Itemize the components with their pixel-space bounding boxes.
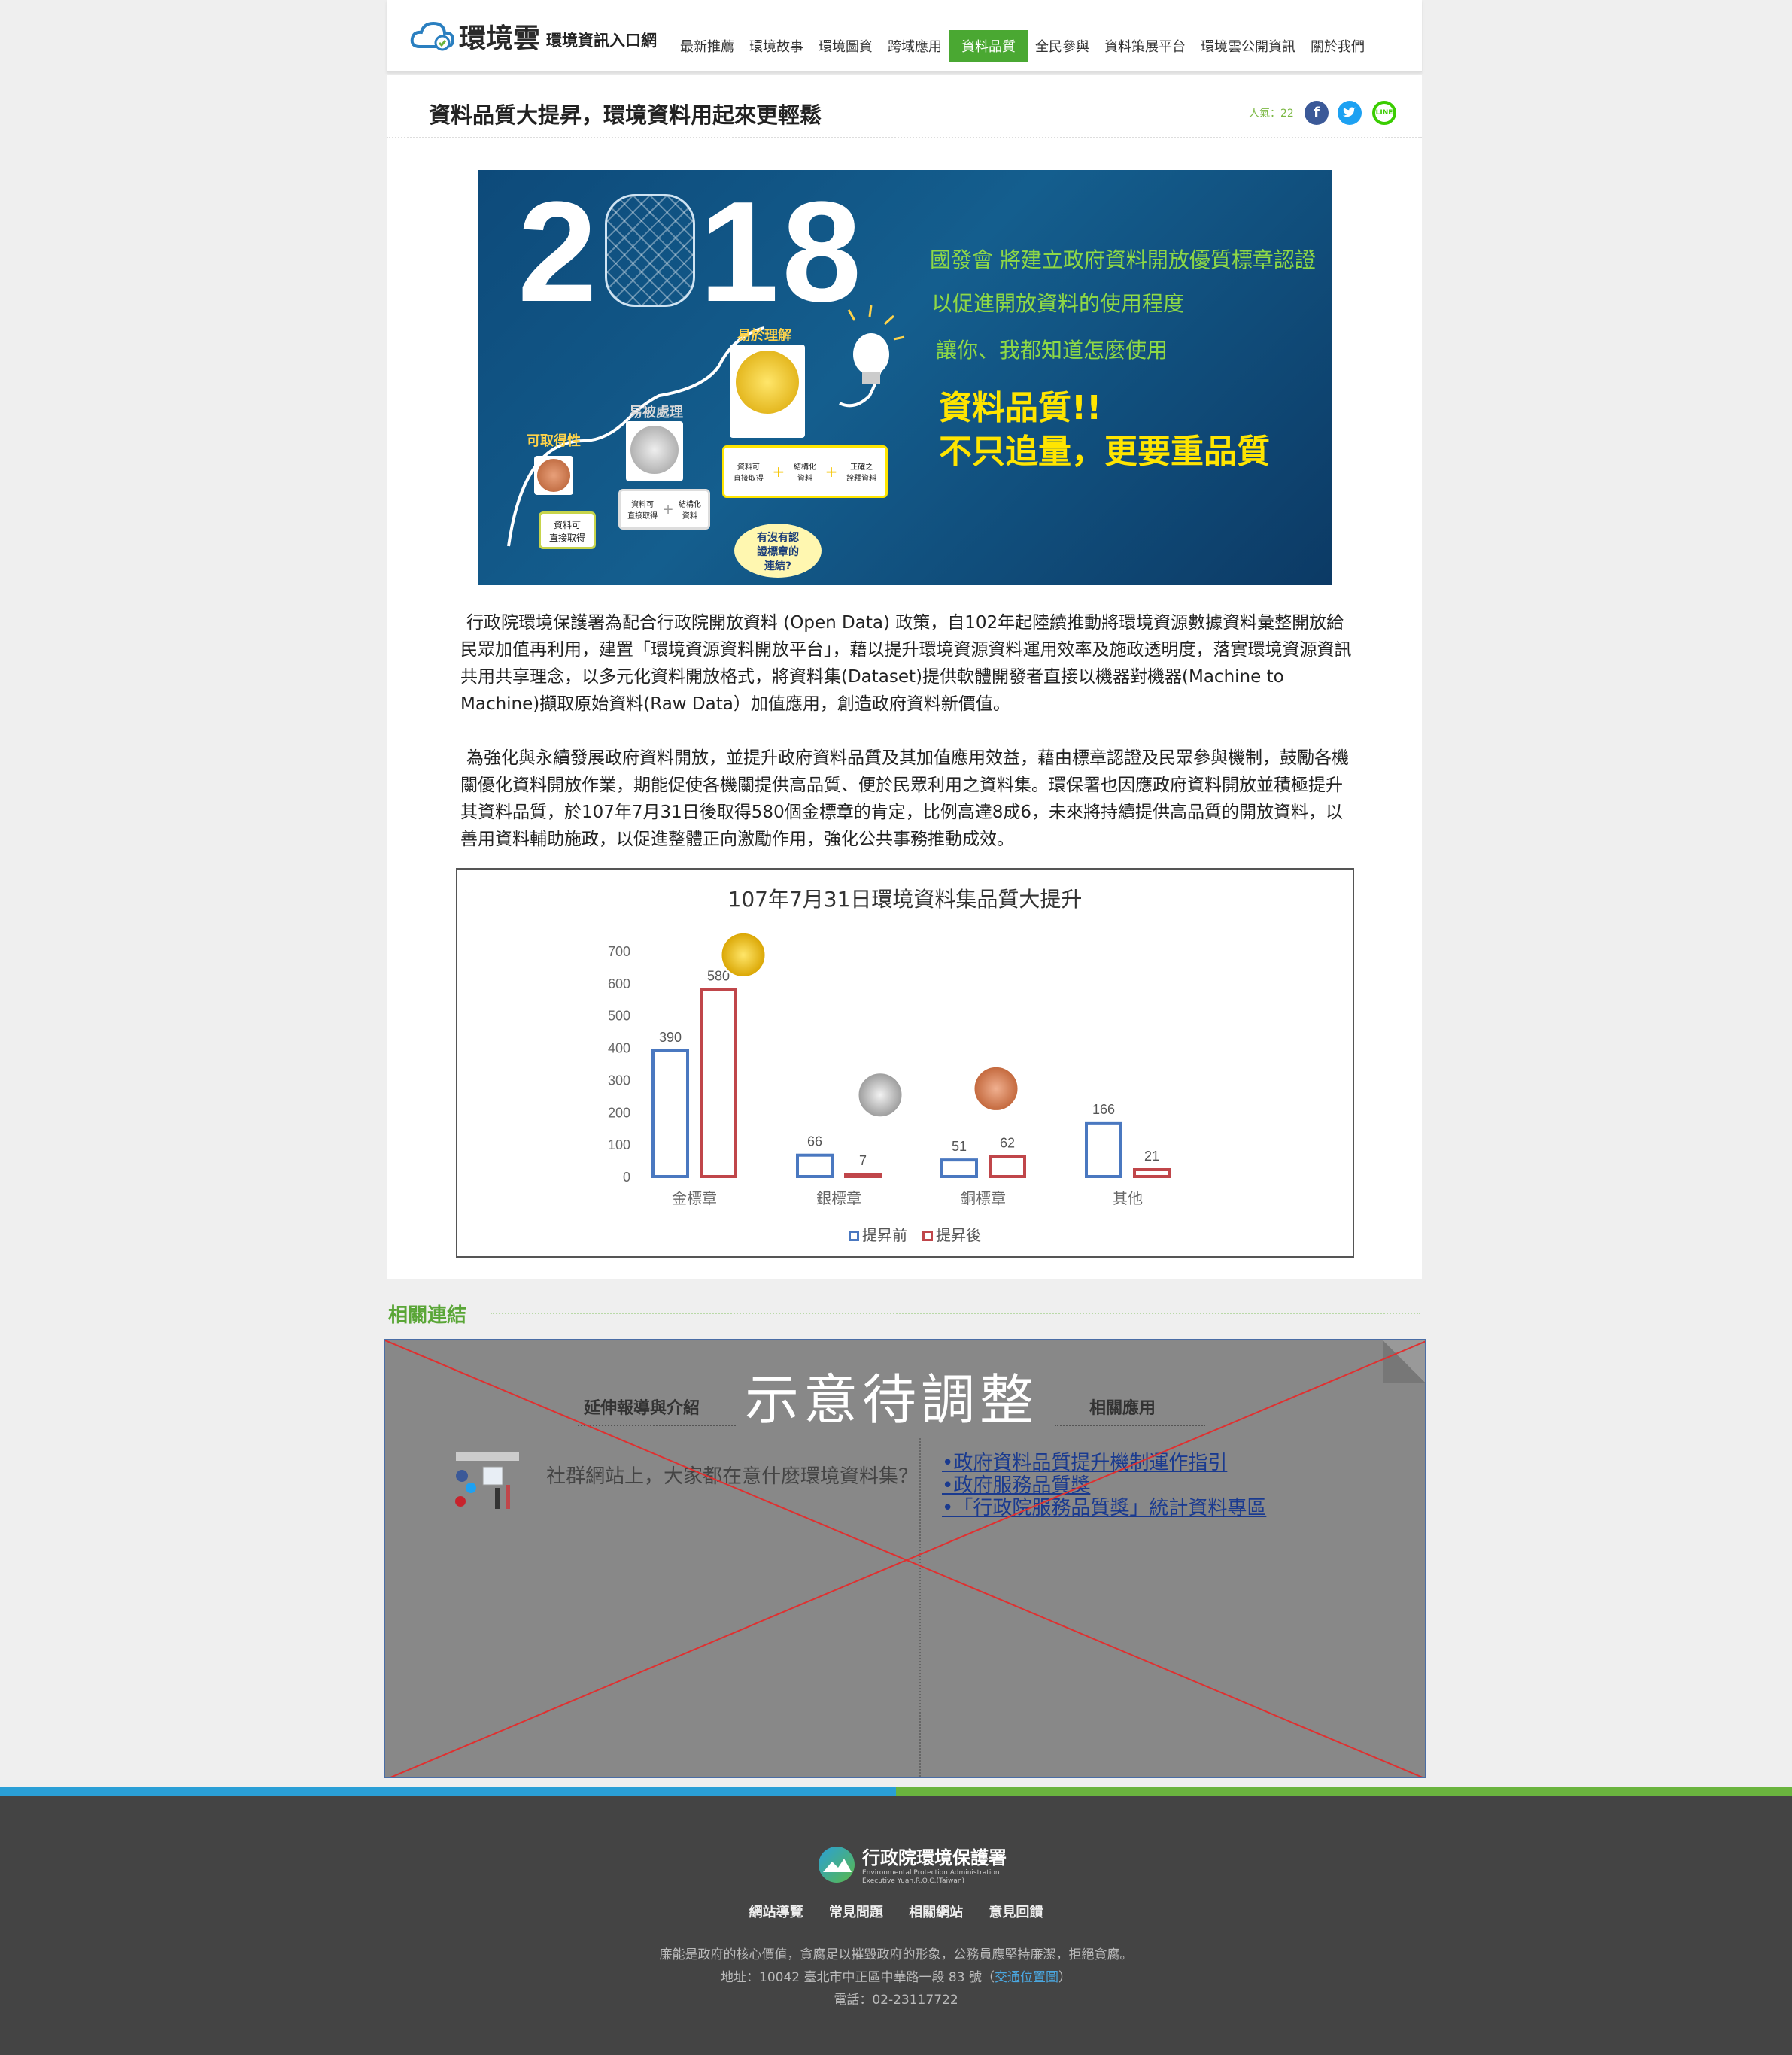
cloud-logo-icon (410, 21, 455, 51)
footer-phone: 電話：02-23117722 (834, 1993, 958, 2008)
gold-medal-icon (730, 345, 805, 438)
data-label: 7 (859, 1153, 867, 1168)
bar-1-2 (989, 1155, 1026, 1178)
step-availability: 可取得性 (527, 433, 581, 449)
nav-public-info[interactable]: 環境雲公開資訊 (1193, 32, 1303, 60)
footer-link-feedback[interactable]: 意見回饋 (989, 1905, 1043, 1920)
site-footer: 行政院環境保護署 Environmental Protection Admini… (0, 1796, 1792, 2055)
nav-latest[interactable]: 最新推薦 (673, 32, 742, 60)
legend-after: 提昇後 (922, 1223, 981, 1245)
footer-address: 地址：10042 臺北市中正區中華路一段 83 號（交通位置圖） (721, 1970, 1071, 1985)
nav-cross-domain[interactable]: 跨域應用 (880, 32, 949, 60)
site-header: 環境雲 環境資訊入口網 最新推薦 環境故事 環境圖資 跨域應用 資料品質 全民參… (387, 0, 1422, 72)
nav-maps[interactable]: 環境圖資 (811, 32, 880, 60)
article-body: 行政院環境保護署為配合行政院開放資料 (Open Data) 政策，自102年起… (460, 609, 1356, 880)
card-step-1: 資料可 直接取得 (539, 511, 596, 549)
logo-text: 環境雲 (459, 23, 541, 54)
related-links-panel: 延伸報導與介紹 示意待調整 相關應用 社群網站上，大家都在意什麼環境資料集？ •… (384, 1339, 1426, 1778)
footer-link-related[interactable]: 相關網站 (909, 1905, 963, 1920)
nav-stories[interactable]: 環境故事 (742, 32, 811, 60)
card-step-3: 資料可 直接取得 + 結構化 資料 + 正確之 詮釋資料 (722, 445, 888, 498)
chart-canvas: 0100200300400500600700390580金標章667銀標章51 6… (608, 930, 1171, 1207)
legend-before: 提昇前 (849, 1223, 907, 1245)
data-label: 62 (1000, 1135, 1015, 1150)
main-nav: 最新推薦 環境故事 環境圖資 跨域應用 資料品質 全民參與 資料策展平台 環境雲… (673, 30, 1372, 62)
footer-link-sitemap[interactable]: 網站導覽 (749, 1905, 803, 1920)
page-title: 資料品質大提昇，環境資料用起來更輕鬆 (429, 102, 822, 128)
chart-legend: 提昇前 提昇後 (849, 1223, 981, 1245)
nav-about[interactable]: 關於我們 (1303, 32, 1372, 60)
bar-0-2 (940, 1158, 978, 1178)
nav-curation[interactable]: 資料策展平台 (1097, 32, 1193, 60)
y-tick-label: 300 (608, 1073, 630, 1088)
data-label: 66 (807, 1134, 822, 1149)
y-tick-label: 600 (608, 976, 630, 991)
data-label: 390 (659, 1030, 682, 1045)
view-count: 人氣：22 (1249, 108, 1294, 120)
nav-participation[interactable]: 全民參與 (1028, 32, 1097, 60)
epa-name-en-1: Environmental Protection Administration (862, 1869, 1000, 1877)
card-step-2: 資料可 直接取得 + 結構化 資料 (618, 489, 710, 530)
footer-color-bar (0, 1787, 1792, 1796)
site-logo[interactable]: 環境雲 環境資訊入口網 (409, 17, 657, 56)
facebook-share-icon[interactable]: f (1305, 101, 1329, 125)
epa-logo[interactable]: 行政院環境保護署 Environmental Protection Admini… (819, 1843, 1007, 1886)
bar-0-3 (1085, 1121, 1122, 1179)
related-heading: 相關連結 (388, 1304, 467, 1327)
article-panel: 資料品質大提昇，環境資料用起來更輕鬆 人氣：22 f LINE 2 18 國發會 … (387, 75, 1422, 1279)
x-tick-label: 金標章 (672, 1189, 717, 1207)
medal-icon (719, 930, 767, 979)
silver-medal-icon (626, 421, 683, 481)
bronze-medal-icon (534, 456, 573, 495)
y-tick-label: 700 (608, 944, 630, 959)
step-understandable: 易於理解 (737, 328, 791, 344)
logo-subtitle: 環境資訊入口網 (546, 32, 658, 50)
medal-icon (972, 1064, 1020, 1112)
step-processable: 易被處理 (629, 405, 683, 420)
x-tick-label: 其他 (1113, 1189, 1143, 1207)
footer-motto: 廉能是政府的核心價值，貪腐足以摧毀政府的形象，公務員應堅持廉潔，拒絕貪腐。 (659, 1947, 1133, 1962)
y-tick-label: 200 (608, 1105, 630, 1120)
y-tick-label: 0 (623, 1170, 630, 1185)
footer-links: 網站導覽 常見問題 相關網站 意見回饋 (0, 1902, 1792, 1921)
y-tick-label: 500 (608, 1009, 630, 1024)
epa-mountain-icon (819, 1846, 855, 1883)
footer-info: 廉能是政府的核心價值，貪腐足以摧毀政府的形象，公務員應堅持廉潔，拒絕貪腐。 地址… (0, 1944, 1792, 2011)
data-label: 166 (1092, 1102, 1115, 1117)
x-tick-label: 銀標章 (816, 1189, 861, 1207)
bar-0-1 (796, 1153, 834, 1179)
y-tick-label: 100 (608, 1137, 630, 1152)
line-share-icon[interactable]: LINE (1372, 101, 1396, 125)
placeholder-cross-icon (385, 1340, 1425, 1777)
related-divider (491, 1313, 1420, 1314)
bar-0-0 (651, 1049, 689, 1178)
y-tick-label: 400 (608, 1041, 630, 1056)
traffic-map-link[interactable]: 交通位置圖 (995, 1970, 1058, 1985)
bar-1-3 (1133, 1168, 1171, 1178)
data-label: 51 (952, 1139, 967, 1154)
article-paragraph: 行政院環境保護署為配合行政院開放資料 (Open Data) 政策，自102年起… (460, 613, 1352, 714)
quality-chart: 107年7月31日環境資料集品質大提升 0 100 200 300 400 500 600 7… (456, 868, 1354, 1258)
hero-banner: 2 18 國發會 將建立政府資料開放優質標章認證 以促進開放資料的使用程度 讓你、… (478, 170, 1332, 585)
footer-link-faq[interactable]: 常見問題 (829, 1905, 883, 1920)
bar-1-0 (700, 988, 737, 1178)
twitter-share-icon[interactable] (1338, 101, 1362, 125)
medal-icon (856, 1071, 904, 1119)
bar-1-1 (844, 1173, 882, 1178)
x-tick-label: 銅標章 (961, 1189, 1006, 1207)
epa-name: 行政院環境保護署 (862, 1847, 1007, 1868)
data-label: 21 (1144, 1149, 1159, 1164)
banner-path-icon (507, 305, 905, 547)
banner-question-bubble: 有沒有認 證標章的 連結? (734, 524, 822, 578)
epa-name-en-2: Executive Yuan,R.O.C.(Taiwan) (862, 1877, 965, 1885)
nav-data-quality[interactable]: 資料品質 (949, 30, 1028, 62)
article-paragraph: 為強化與永續發展政府資料開放，並提升政府資料品質及其加值應用效益，藉由標章認證及… (460, 748, 1349, 849)
title-row: 資料品質大提昇，環境資料用起來更輕鬆 人氣：22 f LINE (387, 75, 1422, 138)
